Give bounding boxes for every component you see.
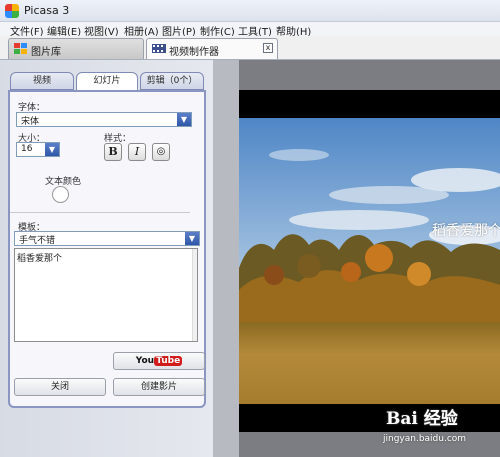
library-grid-icon [14,43,27,54]
panel-tab-video[interactable]: 视频 [10,72,74,90]
panel-tab-clips[interactable]: 剪辑（0个） [140,72,204,90]
youtube-tube-text: Tube [154,356,183,366]
youtube-logo-icon: You Tube [135,356,183,367]
italic-button[interactable]: I [128,143,146,161]
tab-library[interactable]: 图片库 [8,38,144,59]
chevron-down-icon: ▼ [177,113,191,126]
baidu-watermark: Bai 经验 jingyan.baidu.com [380,400,498,455]
text-color-picker[interactable] [52,186,69,203]
tab-movie-maker[interactable]: 视频制作器 x [146,38,278,59]
create-movie-button[interactable]: 创建影片 [113,378,205,396]
size-select[interactable]: 16 ▼ [16,142,60,157]
slide-text-content: 稻香爱那个 [17,254,63,264]
tab-bar: 图片库 视频制作器 x [0,36,500,60]
tab-library-label: 图片库 [31,47,61,58]
template-select[interactable]: 手气不错 ▼ [14,231,200,246]
chevron-down-icon: ▼ [185,232,199,245]
youtube-you-text: You [135,356,155,366]
close-button[interactable]: 关闭 [14,378,106,396]
chevron-down-icon: ▼ [45,143,59,156]
panel-divider [10,212,190,213]
youtube-upload-button[interactable]: You Tube [113,352,205,370]
window-title: Picasa 3 [24,4,70,17]
watermark-url: jingyan.baidu.com [383,434,467,444]
film-icon [152,43,166,54]
close-tab-icon[interactable]: x [263,43,273,53]
video-preview[interactable] [239,90,500,432]
outline-button[interactable]: ◎ [152,143,170,161]
watermark-main-text: Bai 经验 [386,409,458,429]
bold-button[interactable]: B [104,143,122,161]
picasa-logo-icon [5,4,19,18]
tab-movie-maker-label: 视频制作器 [169,47,219,58]
text-color-label: 文本颜色 [45,177,82,187]
panel-tab-slide[interactable]: 幻灯片 [76,72,138,91]
preview-overlay-text: 稻香爱那个 [432,223,500,239]
text-scrollbar[interactable] [192,249,197,341]
slide-text-input[interactable]: 稻香爱那个 [14,248,198,342]
font-select-value: 宋体 [21,117,40,127]
pane-splitter[interactable] [213,60,239,457]
preview-landscape-image [239,90,500,432]
template-select-value: 手气不错 [19,236,56,246]
title-bar: Picasa 3 [0,0,500,22]
menu-bar: 文件(F) 编辑(E) 视图(V) 相册(A) 图片(P) 制作(C) 工具(T… [0,22,500,38]
size-select-value: 16 [21,144,33,154]
font-select[interactable]: 宋体 ▼ [16,112,192,127]
